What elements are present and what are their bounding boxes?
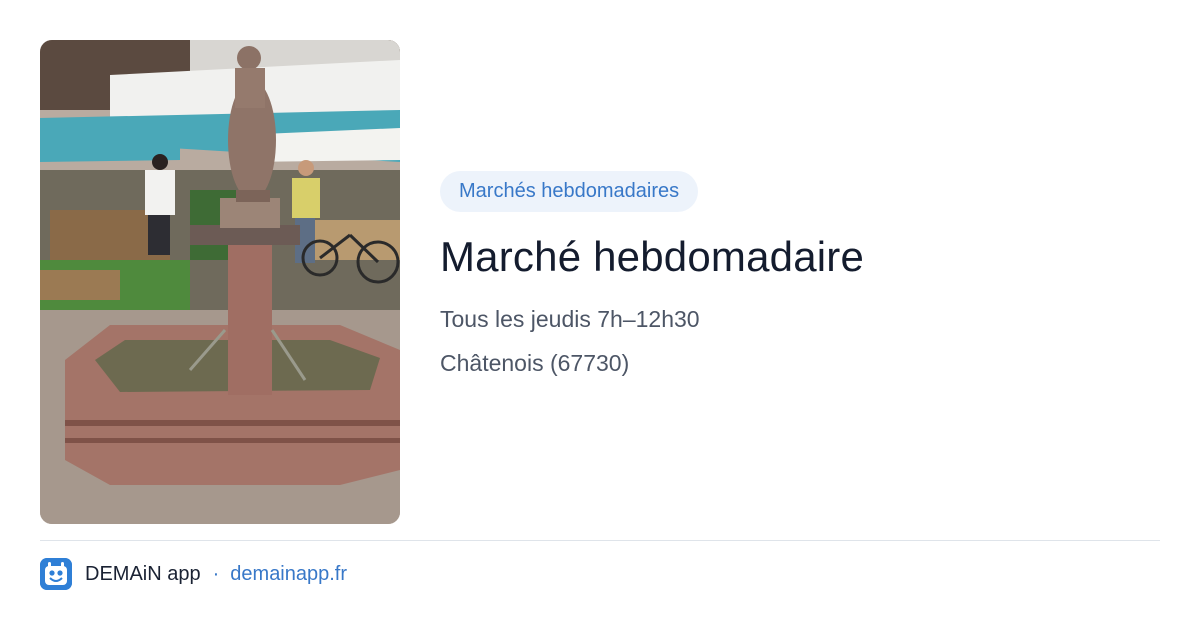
footer-divider (40, 540, 1160, 541)
event-title: Marché hebdomadaire (440, 233, 865, 280)
domain-link[interactable]: demainapp.fr (230, 563, 347, 586)
footer: DEMAiN app · demainapp.fr (40, 557, 347, 591)
market-fountain-image (40, 40, 400, 524)
footer-separator: · (212, 562, 220, 585)
category-badge[interactable]: Marchés hebdomadaires (440, 171, 699, 212)
event-location: Châtenois (67730) (440, 350, 630, 376)
event-card[interactable]: Marchés hebdomadaires Marché hebdomadair… (0, 0, 1200, 630)
event-info: Marchés hebdomadaires Marché hebdomadair… (440, 171, 1160, 378)
demain-app-logo-icon (40, 558, 72, 590)
brand-name: DEMAiN app (85, 562, 201, 585)
event-schedule: Tous les jeudis 7h–12h30 (440, 306, 700, 332)
event-photo (40, 40, 400, 524)
